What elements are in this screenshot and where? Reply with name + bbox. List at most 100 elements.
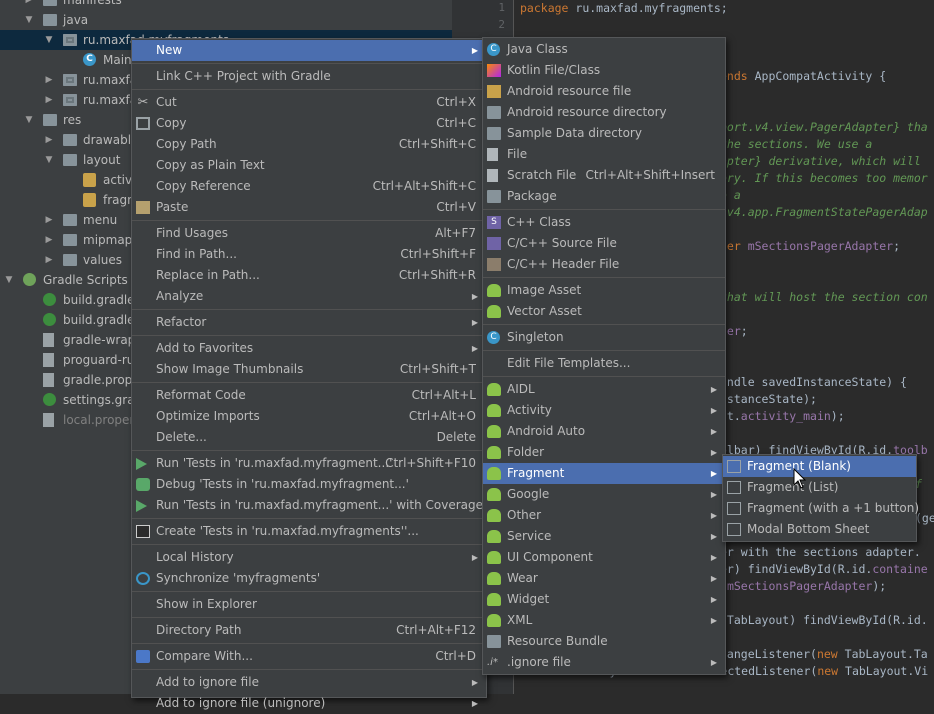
menu-item-widget[interactable]: Widget ▶: [483, 589, 725, 610]
menu-item-add-to-ignore-file-unignore[interactable]: Add to ignore file (unignore) ▶: [132, 693, 486, 714]
menu-item-activity[interactable]: Activity ▶: [483, 400, 725, 421]
menu-item-copy-as-plain-text[interactable]: Copy as Plain Text: [132, 155, 486, 176]
menu-item-c-c-source-file[interactable]: C/C++ Source File: [483, 233, 725, 254]
menu-item-link-c-project-with-gradle[interactable]: Link C++ Project with Gradle: [132, 66, 486, 87]
code-token: TabLayout.Ta: [844, 647, 928, 661]
menu-item-service[interactable]: Service ▶: [483, 526, 725, 547]
menu-item-new[interactable]: New ▶: [132, 40, 486, 61]
chevron-right-icon[interactable]: ▶: [44, 250, 54, 270]
menu-item-copy-reference[interactable]: Copy Reference Ctrl+Alt+Shift+C: [132, 176, 486, 197]
scissors-icon: ✂: [137, 95, 149, 110]
menu-item-google[interactable]: Google ▶: [483, 484, 725, 505]
menu-item-android-resource-directory[interactable]: Android resource directory: [483, 102, 725, 123]
menu-item-edit-file-templates[interactable]: Edit File Templates...: [483, 353, 725, 374]
chevron-right-icon[interactable]: ▶: [44, 90, 54, 110]
menu-item-image-asset[interactable]: Image Asset: [483, 280, 725, 301]
menu-item-label: Show in Explorer: [156, 597, 257, 611]
menu-item-copy-path[interactable]: Copy Path Ctrl+Shift+C: [132, 134, 486, 155]
menu-item-add-to-ignore-file[interactable]: Add to ignore file ▶: [132, 672, 486, 693]
chevron-right-icon[interactable]: ▶: [44, 70, 54, 90]
menu-item-shortcut: Ctrl+Shift+T: [399, 362, 476, 376]
menu-item-find-in-path[interactable]: Find in Path... Ctrl+Shift+F: [132, 244, 486, 265]
menu-item-c-class[interactable]: S C++ Class: [483, 212, 725, 233]
menu-item-kotlin-file-class[interactable]: Kotlin File/Class: [483, 60, 725, 81]
menu-item-modal-bottom-sheet[interactable]: Modal Bottom Sheet: [723, 519, 916, 540]
menu-item-wear[interactable]: Wear ▶: [483, 568, 725, 589]
sync-icon: [136, 572, 150, 585]
menu-item-xml[interactable]: XML ▶: [483, 610, 725, 631]
menu-item-folder[interactable]: Folder ▶: [483, 442, 725, 463]
menu-item-delete[interactable]: Delete... Delete: [132, 427, 486, 448]
menu-item-show-in-explorer[interactable]: Show in Explorer: [132, 594, 486, 615]
chevron-right-icon: ▶: [471, 292, 478, 301]
menu-item-android-resource-file[interactable]: Android resource file: [483, 81, 725, 102]
folder-icon: [487, 106, 501, 119]
menu-item-other[interactable]: Other ▶: [483, 505, 725, 526]
menu-item-optimize-imports[interactable]: Optimize Imports Ctrl+Alt+O: [132, 406, 486, 427]
chevron-down-icon[interactable]: ▼: [4, 270, 14, 290]
tree-item-label: build.gradle: [63, 293, 135, 307]
menu-item-add-to-favorites[interactable]: Add to Favorites ▶: [132, 338, 486, 359]
menu-item-sample-data-directory[interactable]: Sample Data directory: [483, 123, 725, 144]
android-icon: [487, 425, 501, 438]
menu-item-reformat-code[interactable]: Reformat Code Ctrl+Alt+L: [132, 385, 486, 406]
menu-item-directory-path[interactable]: Directory Path Ctrl+Alt+F12: [132, 620, 486, 641]
menu-item-refactor[interactable]: Refactor ▶: [132, 312, 486, 333]
menu-item-scratch-file[interactable]: Scratch File Ctrl+Alt+Shift+Insert: [483, 165, 725, 186]
menu-item-analyze[interactable]: Analyze ▶: [132, 286, 486, 307]
menu-item-synchronize-myfragments[interactable]: Synchronize 'myfragments': [132, 568, 486, 589]
menu-item-fragment-list[interactable]: Fragment (List): [723, 477, 916, 498]
menu-item-java-class[interactable]: C Java Class: [483, 39, 725, 60]
menu-item-replace-in-path[interactable]: Replace in Path... Ctrl+Shift+R: [132, 265, 486, 286]
menu-item-label: Android resource file: [507, 84, 632, 98]
menu-item-run-tests-in-ru-maxfad-myfragment[interactable]: Run 'Tests in 'ru.maxfad.myfragment...' C…: [132, 453, 486, 474]
menu-item-compare-with[interactable]: Compare With... Ctrl+D: [132, 646, 486, 667]
menu-item-fragment-blank[interactable]: Fragment (Blank): [723, 456, 916, 477]
tree-item[interactable]: ▼ java: [0, 10, 452, 30]
menu-item-ignore-file[interactable]: .i* .ignore file ▶: [483, 652, 725, 673]
menu-item-show-image-thumbnails[interactable]: Show Image Thumbnails Ctrl+Shift+T: [132, 359, 486, 380]
menu-item-create-tests-in-ru-maxfad-myfragments[interactable]: Create 'Tests in 'ru.maxfad.myfragments'…: [132, 521, 486, 542]
menu-item-c-c-header-file[interactable]: C/C++ Header File: [483, 254, 725, 275]
menu-item-local-history[interactable]: Local History ▶: [132, 547, 486, 568]
menu-item-debug-tests-in-ru-maxfad-myfragment[interactable]: Debug 'Tests in 'ru.maxfad.myfragment...…: [132, 474, 486, 495]
menu-separator: [483, 350, 725, 351]
menu-item-fragment-with-a-1-button[interactable]: Fragment (with a +1 button): [723, 498, 920, 519]
menu-item-ui-component[interactable]: UI Component ▶: [483, 547, 725, 568]
menu-item-find-usages[interactable]: Find Usages Alt+F7: [132, 223, 486, 244]
menu-separator: [483, 376, 725, 377]
chevron-right-icon[interactable]: ▶: [44, 230, 54, 250]
menu-item-package[interactable]: Package: [483, 186, 725, 207]
menu-item-shortcut: Ctrl+Shift+F10: [385, 456, 476, 470]
menu-item-aidl[interactable]: AIDL ▶: [483, 379, 725, 400]
chevron-down-icon[interactable]: ▼: [24, 110, 34, 130]
menu-item-cut[interactable]: ✂ Cut Ctrl+X: [132, 92, 486, 113]
chevron-right-icon[interactable]: ▶: [44, 210, 54, 230]
code-token: hangeListener(: [720, 647, 817, 661]
line-number: 1: [498, 1, 505, 14]
menu-item-singleton[interactable]: C Singleton: [483, 327, 725, 348]
chevron-right-icon: ▶: [471, 699, 478, 708]
menu-item-resource-bundle[interactable]: Resource Bundle: [483, 631, 725, 652]
menu-item-run-tests-in-ru-maxfad-myfragment-with-coverage[interactable]: Run 'Tests in 'ru.maxfad.myfragment...' …: [132, 495, 486, 516]
menu-item-copy[interactable]: Copy Ctrl+C: [132, 113, 486, 134]
chevron-right-icon[interactable]: ▶: [24, 0, 34, 10]
menu-item-label: Analyze: [156, 289, 204, 303]
chevron-right-icon[interactable]: ▶: [44, 130, 54, 150]
chevron-right-icon: ▶: [710, 427, 717, 436]
chevron-down-icon[interactable]: ▼: [44, 150, 54, 170]
code-line: port.v4.view.PagerAdapter} tha: [720, 120, 928, 134]
chevron-down-icon[interactable]: ▼: [44, 30, 54, 50]
tree-item-label: menu: [83, 213, 118, 227]
menu-item-paste[interactable]: Paste Ctrl+V: [132, 197, 486, 218]
chevron-right-icon: ▶: [471, 678, 478, 687]
menu-separator: [132, 220, 486, 221]
menu-separator: [132, 617, 486, 618]
menu-item-fragment[interactable]: Fragment ▶: [483, 463, 725, 484]
menu-item-file[interactable]: File: [483, 144, 725, 165]
tree-item[interactable]: ▶ manifests: [0, 0, 452, 10]
menu-item-vector-asset[interactable]: Vector Asset: [483, 301, 725, 322]
menu-item-label: Fragment (with a +1 button): [747, 501, 920, 515]
chevron-down-icon[interactable]: ▼: [24, 10, 34, 30]
menu-item-android-auto[interactable]: Android Auto ▶: [483, 421, 725, 442]
